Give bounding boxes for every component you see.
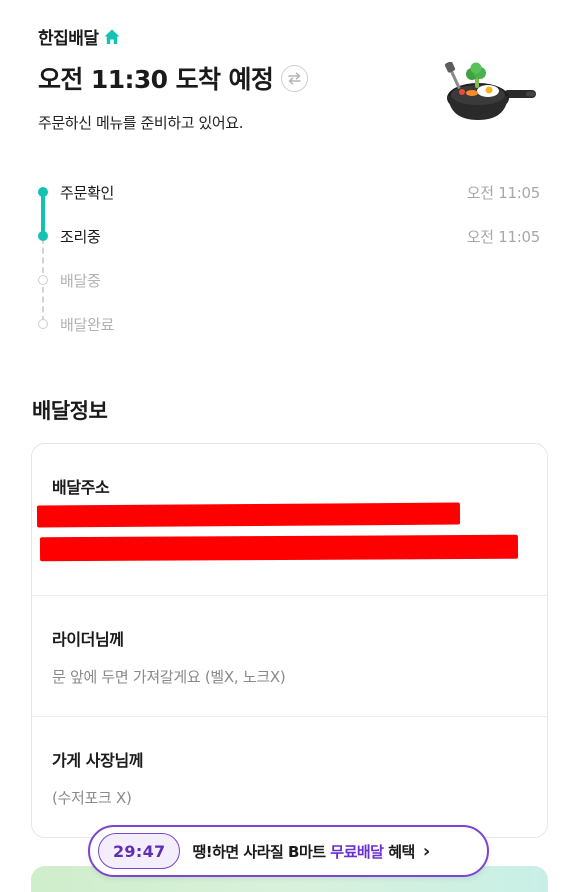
step-label: 조리중 xyxy=(60,227,101,246)
step-label: 배달중 xyxy=(60,271,101,290)
step-time: 오전 11:05 xyxy=(466,227,541,246)
swap-time-button[interactable] xyxy=(281,64,309,92)
order-status-page: 한집배달 오전 11:30 도착 예정 주문하신 메뉴를 준비하고 있어요. 주… xyxy=(0,0,575,892)
address-redaction xyxy=(39,534,519,562)
frying-pan-icon xyxy=(444,62,536,120)
promo-text-suffix: 혜택 xyxy=(383,842,415,861)
bmart-promo-banner[interactable]: 29:47 땡!하면 사라질 B마트 무료배달 혜택 › xyxy=(88,825,489,877)
store-request-heading: 가게 사장님께 xyxy=(52,751,144,770)
step-delivering: 배달중 xyxy=(36,258,546,302)
eta-title: 오전 11:30 도착 예정 xyxy=(38,65,274,94)
promo-countdown: 29:47 xyxy=(98,833,181,869)
address-section: 배달주소 xyxy=(32,444,547,594)
rider-request-text: 문 앞에 두면 가져갈게요 (벨X, 노크X) xyxy=(52,668,286,686)
swap-icon xyxy=(288,71,302,85)
address-heading: 배달주소 xyxy=(52,478,110,497)
home-icon xyxy=(104,29,120,44)
service-name: 한집배달 xyxy=(38,29,99,49)
step-dot xyxy=(38,275,48,285)
address-redaction xyxy=(36,502,461,528)
rider-request-heading: 라이더님께 xyxy=(52,630,124,649)
step-order-confirmed: 주문확인 오전 11:05 xyxy=(36,170,546,214)
store-request-text: (수저포크 X) xyxy=(52,789,132,807)
promo-text-prefix: 땡!하면 사라질 B마트 xyxy=(192,842,331,861)
service-row: 한집배달 xyxy=(38,24,121,49)
eta-row: 오전 11:30 도착 예정 xyxy=(38,60,309,96)
promo-highlight: 무료배달 xyxy=(330,842,384,861)
step-dot xyxy=(38,319,48,329)
step-dot xyxy=(38,187,48,197)
step-delivered: 배달완료 xyxy=(36,302,546,346)
step-cooking: 조리중 오전 11:05 xyxy=(36,214,546,258)
delivery-info-card: 배달주소 라이더님께 문 앞에 두면 가져갈게요 (벨X, 노크X) 가게 사장… xyxy=(31,443,548,838)
promo-text: 땡!하면 사라질 B마트 무료배달 혜택 xyxy=(192,841,415,862)
progress-steps: 주문확인 오전 11:05 조리중 오전 11:05 배달중 배달완료 xyxy=(36,170,546,346)
step-label: 배달완료 xyxy=(60,315,115,334)
delivery-info-title: 배달정보 xyxy=(32,399,108,423)
status-message: 주문하신 메뉴를 준비하고 있어요. xyxy=(38,114,244,132)
store-request-section: 가게 사장님께 (수저포크 X) xyxy=(32,717,547,837)
step-dot xyxy=(38,231,48,241)
step-label: 주문확인 xyxy=(60,183,115,202)
chevron-right-icon: › xyxy=(422,840,431,862)
rider-request-section: 라이더님께 문 앞에 두면 가져갈게요 (벨X, 노크X) xyxy=(32,596,547,716)
step-time: 오전 11:05 xyxy=(466,183,541,202)
